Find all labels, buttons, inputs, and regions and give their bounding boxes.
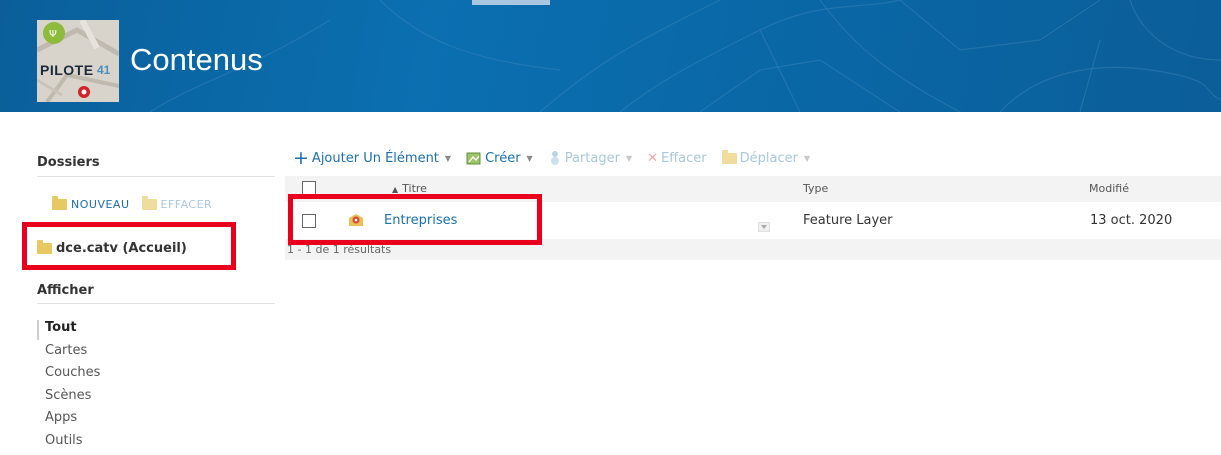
folder-actions: NOUVEAU EFFACER [52,198,220,213]
item-modified: 13 oct. 2020 [1090,213,1172,228]
create-button[interactable]: Créer ▼ [466,151,533,166]
filter-scenes[interactable]: Scènes [45,388,100,411]
delete-label: Effacer [661,151,707,166]
chevron-down-icon: ▼ [626,154,632,163]
add-item-button[interactable]: + Ajouter Un Élément ▼ [293,151,451,166]
create-icon [466,151,482,165]
content-toolbar: + Ajouter Un Élément ▼ Créer ▼ Partager … [293,150,825,166]
filter-maps[interactable]: Cartes [45,343,100,366]
share-button[interactable]: Partager ▼ [548,150,632,166]
filter-apps[interactable]: Apps [45,410,100,433]
create-label: Créer [485,151,520,166]
row-menu-button[interactable] [758,222,770,232]
new-folder-label: NOUVEAU [71,198,130,211]
top-accent-bar [472,0,550,5]
chevron-down-icon: ▼ [527,154,533,163]
select-all-checkbox[interactable] [302,181,316,195]
page-title: Contenus [130,42,263,78]
item-type: Feature Layer [803,213,893,228]
share-icon [548,150,562,166]
folder-add-icon [52,199,67,210]
active-filter-indicator [37,320,39,340]
delete-button[interactable]: ✕ Effacer [647,151,707,166]
view-divider [37,303,275,304]
move-button[interactable]: Déplacer ▼ [722,151,811,166]
header-banner: Ψ PILOTE 41 Contenus [0,0,1221,112]
folder-move-icon [722,153,737,164]
share-label: Partager [565,151,620,166]
view-heading: Afficher [37,283,94,298]
add-item-label: Ajouter Un Élément [312,151,439,166]
filter-layers[interactable]: Couches [45,365,100,388]
folder-delete-icon [142,199,157,210]
delete-folder-label: EFFACER [161,198,213,211]
logo-text: PILOTE [40,62,94,78]
chevron-down-icon: ▼ [445,154,451,163]
column-modified[interactable]: Modifié [1089,182,1129,195]
close-icon: ✕ [647,151,658,166]
filter-list: Tout Cartes Couches Scènes Apps Outils [45,320,100,455]
logo-number: 41 [97,63,110,77]
highlight-box-home-folder [22,222,236,270]
folders-heading: Dossiers [37,155,100,170]
filter-tools[interactable]: Outils [45,433,100,455]
delete-folder-button[interactable]: EFFACER [142,198,213,211]
logo: Ψ PILOTE 41 [37,20,119,102]
chevron-down-icon: ▼ [804,154,810,163]
new-folder-button[interactable]: NOUVEAU [52,198,130,211]
plus-icon: + [293,152,309,165]
filter-all[interactable]: Tout [45,320,100,343]
svg-text:Ψ: Ψ [49,29,57,40]
highlight-box-item [288,194,542,245]
move-label: Déplacer [740,151,798,166]
folders-divider [37,176,275,177]
column-type[interactable]: Type [803,182,828,195]
sort-ascending-icon: ▲ [392,185,398,194]
map-logo-icon: Ψ [37,20,119,102]
